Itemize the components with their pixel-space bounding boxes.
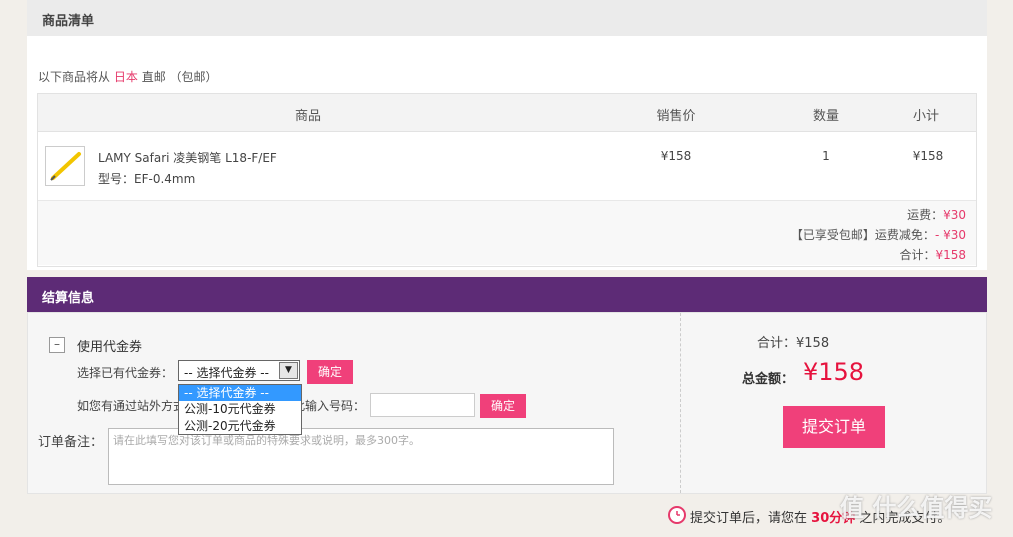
goods-section-title: 商品清单: [42, 14, 95, 29]
notice-prefix: 提交订单后，请您在: [690, 511, 808, 526]
goods-section-header: 商品清单: [27, 0, 987, 36]
coupon-collapse-toggle[interactable]: –: [49, 337, 65, 353]
goods-total-value: ¥158: [935, 248, 966, 262]
submit-order-button[interactable]: 提交订单: [783, 406, 885, 448]
coupon-option[interactable]: -- 选择代金券 --: [179, 385, 301, 401]
grand-total-label: 总金额：: [742, 372, 795, 387]
col-header-qty: 数量: [812, 109, 839, 124]
ship-suffix: 直邮: [141, 70, 166, 84]
select-coupon-label: 选择已有代金券：: [77, 366, 174, 380]
coupon-code-input[interactable]: [370, 393, 475, 417]
pen-icon: [50, 152, 81, 181]
freight-value: ¥30: [943, 208, 966, 222]
goods-table: 商品 销售价 数量 小计 LAMY Safari 凌美钢笔 L18-F/EF 型…: [37, 93, 977, 267]
ship-country: 日本: [113, 70, 138, 84]
table-row: LAMY Safari 凌美钢笔 L18-F/EF 型号：EF-0.4mm ¥1…: [38, 132, 976, 201]
product-name[interactable]: LAMY Safari 凌美钢笔 L18-F/EF: [98, 149, 277, 166]
col-header-subtotal: 小计: [912, 109, 939, 124]
coupon-option[interactable]: 公测-20元代金券: [179, 418, 301, 434]
checkout-section-title: 结算信息: [42, 291, 95, 306]
confirm-coupon-button[interactable]: 确定: [307, 360, 353, 384]
product-qty: 1: [822, 149, 830, 163]
coupon-label: 使用代金券: [77, 340, 143, 355]
coupon-option[interactable]: 公测-10元代金券: [179, 401, 301, 417]
checkout-section-header: 结算信息: [27, 277, 987, 312]
freight-line: 运费：¥30: [907, 206, 966, 223]
confirm-code-button[interactable]: 确定: [480, 394, 526, 418]
product-model: 型号：EF-0.4mm: [98, 172, 196, 186]
discount-line: 【已享受包邮】运费减免：- ¥30: [791, 226, 966, 243]
checkout-subtotal-label: 合计：: [757, 336, 797, 351]
checkout-subtotal: 合计：¥158: [757, 332, 829, 351]
section-divider: [680, 313, 681, 493]
shipping-origin-line: 以下商品将从 日本 直邮 （包邮）: [38, 68, 218, 85]
order-note-label: 订单备注：: [38, 435, 104, 450]
ship-note: （包邮）: [169, 70, 218, 84]
goods-total-line: 合计：¥158: [899, 246, 966, 263]
coupon-select[interactable]: -- 选择代金券 -- ▼: [178, 360, 300, 381]
watermark-logo: 值 什么值得买: [840, 494, 993, 522]
goods-section: 商品清单 以下商品将从 日本 直邮 （包邮） 商品 销售价 数量 小计 LAMY…: [27, 0, 987, 270]
product-thumbnail[interactable]: [45, 146, 85, 186]
goods-total-label: 合计：: [899, 248, 936, 262]
coupon-dropdown-list: -- 选择代金券 -- 公测-10元代金券 公测-20元代金券: [178, 384, 302, 435]
col-header-price: 销售价: [656, 109, 696, 124]
table-header: 商品 销售价 数量 小计: [38, 94, 976, 132]
product-subtotal: ¥158: [912, 149, 944, 163]
coupon-select-value: -- 选择代金券 --: [184, 366, 269, 380]
order-note-textarea[interactable]: 请在此填写您对该订单或商品的特殊要求或说明，最多300字。: [108, 428, 614, 485]
checkout-subtotal-value: ¥158: [796, 336, 830, 351]
order-summary: 运费：¥30 【已享受包邮】运费减免：- ¥30 合计：¥158: [38, 201, 976, 265]
discount-label: 【已享受包邮】运费减免：: [790, 228, 935, 242]
discount-value: - ¥30: [934, 228, 966, 242]
clock-icon: [668, 506, 686, 524]
freight-label: 运费：: [907, 208, 944, 222]
checkout-section: – 使用代金券 选择已有代金券： -- 选择代金券 -- ▼ 确定 如您有通过站…: [27, 312, 987, 494]
ship-prefix: 以下商品将从: [38, 70, 111, 84]
product-price: ¥158: [660, 149, 692, 163]
col-header-product: 商品: [294, 109, 321, 124]
grand-total-value: ¥158: [803, 358, 865, 386]
chevron-down-icon[interactable]: ▼: [279, 362, 298, 379]
